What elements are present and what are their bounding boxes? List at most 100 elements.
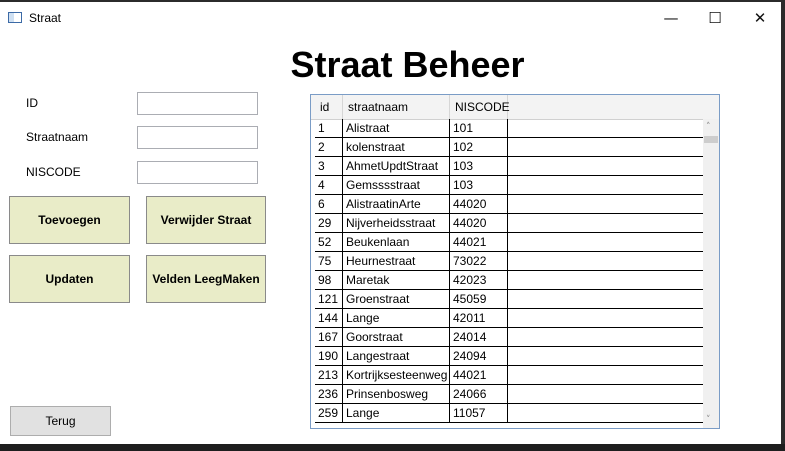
table-row[interactable]: 213 Kortrijksesteenweg 44021 [315,366,703,385]
scroll-down-icon[interactable]: ˅ [706,415,711,425]
cell-niscode[interactable]: 45059 [450,290,508,309]
cell-id[interactable]: 2 [315,138,343,157]
cell-id[interactable]: 6 [315,195,343,214]
cell-id[interactable]: 3 [315,157,343,176]
table-row[interactable]: 6 AlistraatinArte 44020 [315,195,703,214]
straatnaam-input[interactable] [137,126,258,149]
cell-filler [508,119,703,138]
id-label: ID [26,96,38,110]
table-row[interactable]: 75 Heurnestraat 73022 [315,252,703,271]
maximize-button[interactable]: ☐ [692,2,738,34]
column-header-niscode[interactable]: NISCODE [450,95,510,119]
cell-straatnaam[interactable]: AhmetUpdtStraat [343,157,450,176]
niscode-input[interactable] [137,161,258,184]
cell-straatnaam[interactable]: Gemsssstraat [343,176,450,195]
vertical-scrollbar[interactable]: ˄ ˅ [703,119,719,428]
verwijder-straat-button[interactable]: Verwijder Straat [146,196,266,244]
table-row[interactable]: 144 Lange 42011 [315,309,703,328]
cell-niscode[interactable]: 73022 [450,252,508,271]
cell-straatnaam[interactable]: Alistraat [343,119,450,138]
cell-filler [508,176,703,195]
cell-filler [508,252,703,271]
cell-filler [508,328,703,347]
minimize-button[interactable]: — [648,2,694,34]
table-row[interactable]: 29 Nijverheidsstraat 44020 [315,214,703,233]
cell-id[interactable]: 29 [315,214,343,233]
scrollbar-thumb[interactable] [704,136,718,143]
title-bar[interactable]: Straat — ☐ ✕ [0,2,781,34]
cell-straatnaam[interactable]: Groenstraat [343,290,450,309]
cell-straatnaam[interactable]: Heurnestraat [343,252,450,271]
straatnaam-label: Straatnaam [26,130,89,144]
cell-id[interactable]: 121 [315,290,343,309]
cell-filler [508,309,703,328]
cell-filler [508,385,703,404]
window-app-icon [8,12,22,23]
column-header-id[interactable]: id [315,95,343,119]
cell-straatnaam[interactable]: Lange [343,404,450,423]
cell-niscode[interactable]: 44020 [450,195,508,214]
cell-id[interactable]: 213 [315,366,343,385]
cell-niscode[interactable]: 103 [450,157,508,176]
cell-straatnaam[interactable]: Kortrijksesteenweg [343,366,450,385]
cell-niscode[interactable]: 103 [450,176,508,195]
straten-datagrid[interactable]: id straatnaam NISCODE 1 Alistraat 101 2 kole… [310,94,720,429]
cell-niscode[interactable]: 44020 [450,214,508,233]
table-row[interactable]: 4 Gemsssstraat 103 [315,176,703,195]
cell-niscode[interactable]: 24066 [450,385,508,404]
grid-header: id straatnaam NISCODE [311,95,719,120]
cell-niscode[interactable]: 42011 [450,309,508,328]
cell-filler [508,290,703,309]
cell-id[interactable]: 190 [315,347,343,366]
terug-button[interactable]: Terug [10,406,111,436]
page-title: Straat Beheer [290,44,525,85]
cell-id[interactable]: 4 [315,176,343,195]
table-row[interactable]: 167 Goorstraat 24014 [315,328,703,347]
table-row[interactable]: 98 Maretak 42023 [315,271,703,290]
table-row[interactable]: 52 Beukenlaan 44021 [315,233,703,252]
cell-niscode[interactable]: 102 [450,138,508,157]
table-row[interactable]: 3 AhmetUpdtStraat 103 [315,157,703,176]
cell-straatnaam[interactable]: Lange [343,309,450,328]
cell-straatnaam[interactable]: AlistraatinArte [343,195,450,214]
cell-straatnaam[interactable]: Langestraat [343,347,450,366]
id-input[interactable] [137,92,258,115]
cell-niscode[interactable]: 44021 [450,366,508,385]
cell-id[interactable]: 1 [315,119,343,138]
cell-id[interactable]: 167 [315,328,343,347]
cell-straatnaam[interactable]: Maretak [343,271,450,290]
cell-straatnaam[interactable]: kolenstraat [343,138,450,157]
cell-filler [508,233,703,252]
cell-straatnaam[interactable]: Beukenlaan [343,233,450,252]
velden-leegmaken-button[interactable]: Velden LeegMaken [146,255,266,303]
cell-niscode[interactable]: 44021 [450,233,508,252]
table-row[interactable]: 190 Langestraat 24094 [315,347,703,366]
cell-niscode[interactable]: 24014 [450,328,508,347]
cell-id[interactable]: 52 [315,233,343,252]
table-row[interactable]: 236 Prinsenbosweg 24066 [315,385,703,404]
cell-niscode[interactable]: 24094 [450,347,508,366]
toevoegen-button[interactable]: Toevoegen [9,196,130,244]
close-button[interactable]: ✕ [737,2,783,34]
table-row[interactable]: 2 kolenstraat 102 [315,138,703,157]
cell-filler [508,404,703,423]
cell-niscode[interactable]: 11057 [450,404,508,423]
minimize-icon: — [663,9,679,27]
scroll-up-icon[interactable]: ˄ [706,122,711,132]
cell-id[interactable]: 75 [315,252,343,271]
cell-straatnaam[interactable]: Goorstraat [343,328,450,347]
table-row[interactable]: 1 Alistraat 101 [315,119,703,138]
table-row[interactable]: 121 Groenstraat 45059 [315,290,703,309]
cell-id[interactable]: 98 [315,271,343,290]
cell-id[interactable]: 259 [315,404,343,423]
column-header-straatnaam[interactable]: straatnaam [343,95,450,119]
cell-niscode[interactable]: 42023 [450,271,508,290]
cell-id[interactable]: 236 [315,385,343,404]
cell-filler [508,195,703,214]
cell-id[interactable]: 144 [315,309,343,328]
table-row[interactable]: 259 Lange 11057 [315,404,703,423]
cell-straatnaam[interactable]: Nijverheidsstraat [343,214,450,233]
cell-niscode[interactable]: 101 [450,119,508,138]
cell-straatnaam[interactable]: Prinsenbosweg [343,385,450,404]
updaten-button[interactable]: Updaten [9,255,130,303]
